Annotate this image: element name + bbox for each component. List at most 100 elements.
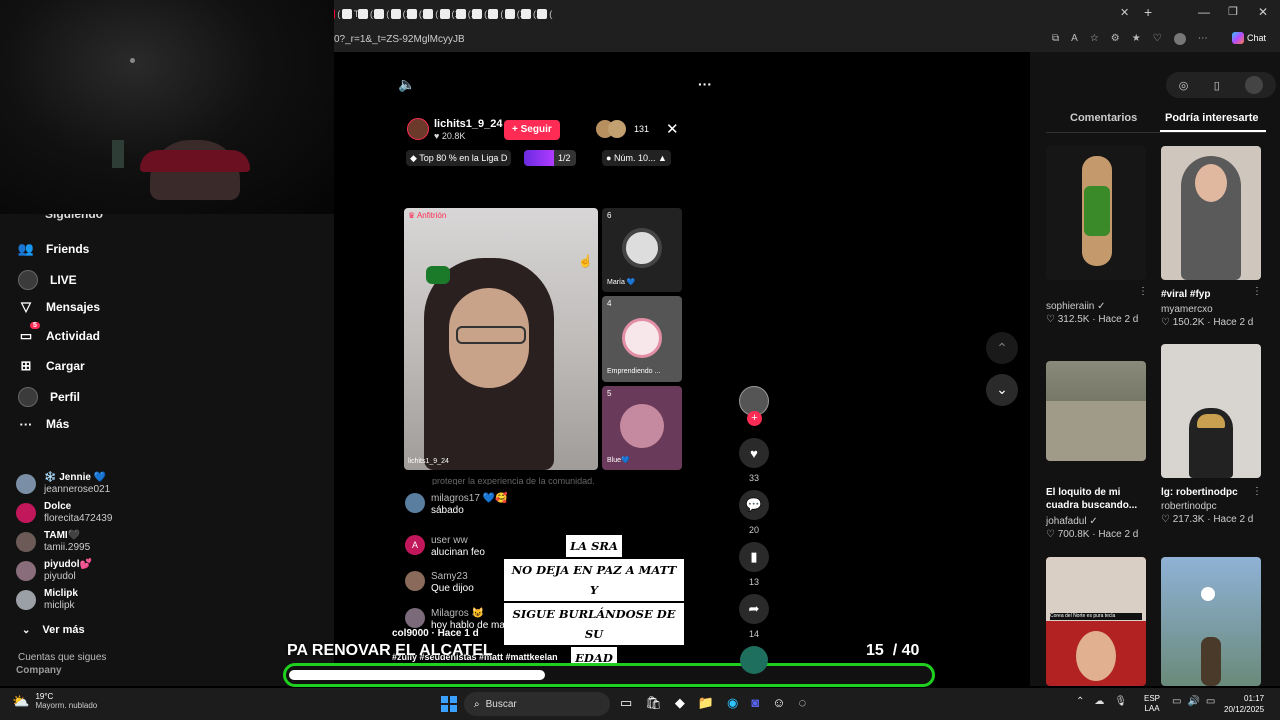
video-card[interactable]: [1046, 361, 1146, 461]
settings-more-icon[interactable]: ⋯: [1198, 33, 1208, 45]
chat-avatar[interactable]: [405, 493, 425, 513]
video-card[interactable]: [1161, 557, 1261, 686]
close-live-icon[interactable]: ✕: [666, 120, 679, 138]
ranking-number-badge[interactable]: ● Núm. 10... ▲: [602, 150, 671, 166]
following-account[interactable]: TAMI🖤 tamii.2995: [16, 530, 90, 554]
following-account[interactable]: piyudol💕 piyudol: [16, 559, 92, 583]
favorite-icon[interactable]: ☆: [1090, 33, 1099, 45]
volume-icon[interactable]: 🔈: [398, 76, 415, 93]
tab-podria-interesarte[interactable]: Podría interesarte: [1165, 112, 1259, 124]
following-account[interactable]: Dolce florecita472439: [16, 501, 112, 525]
video-card-menu-icon[interactable]: ⋮: [1138, 286, 1148, 297]
edge-icon[interactable]: ◉: [727, 695, 738, 711]
video-card-author[interactable]: johafadul ✓: [1046, 516, 1098, 527]
tray-overflow-icon[interactable]: ⌃: [1076, 696, 1084, 707]
microphone-icon[interactable]: 🎙: [1114, 696, 1127, 707]
more-options-icon[interactable]: ···: [698, 76, 712, 92]
previous-video-button[interactable]: ⌃: [986, 332, 1018, 364]
obs-icon[interactable]: ◌: [798, 695, 806, 711]
browser-tab[interactable]: (17: [358, 6, 374, 22]
host-avatar[interactable]: [407, 118, 429, 140]
video-card[interactable]: [1046, 146, 1146, 280]
video-card-title[interactable]: El loquito de mi cuadra buscando...: [1046, 486, 1146, 512]
share-icon[interactable]: ➦: [739, 594, 769, 624]
minimize-button[interactable]: —: [1198, 5, 1210, 19]
heart-icon[interactable]: ♥: [739, 438, 769, 468]
browser-tab[interactable]: (17: [374, 6, 390, 22]
browser-tab[interactable]: (18: [472, 6, 488, 22]
video-card[interactable]: Corea del Norte es pura tecla: [1046, 557, 1146, 686]
host-video[interactable]: ♛ Anfitrión lichits1_9_24 ☝: [404, 208, 598, 470]
video-card[interactable]: [1161, 344, 1261, 478]
store-icon[interactable]: 🛍: [645, 695, 662, 711]
weather-widget[interactable]: ⛅ 19°C Mayorm. nublado: [12, 692, 97, 710]
file-explorer-icon[interactable]: 📁: [698, 695, 714, 711]
rank-badge[interactable]: ◆ Top 80 % en la Liga D: [406, 150, 512, 166]
browser-tab[interactable]: (17: [423, 6, 439, 22]
comment-icon[interactable]: 💬: [739, 490, 769, 520]
autoscroll-icon[interactable]: ◎: [1179, 79, 1189, 92]
device-icon[interactable]: ▯: [1214, 79, 1220, 92]
discord-icon[interactable]: ◙: [751, 695, 759, 711]
sidebar-item-mensajes[interactable]: ▽ Mensajes: [18, 299, 100, 315]
guest-tile[interactable]: 6 María 💙: [602, 208, 682, 292]
onedrive-icon[interactable]: ☁: [1094, 696, 1104, 707]
video-card-menu-icon[interactable]: ⋮: [1252, 486, 1262, 497]
tab-comentarios[interactable]: Comentarios: [1070, 112, 1137, 124]
bookmark-icon[interactable]: ▮: [739, 542, 769, 572]
app-icon[interactable]: ☺: [772, 695, 785, 711]
start-button[interactable]: [441, 696, 457, 712]
next-video-button[interactable]: ⌄: [986, 374, 1018, 406]
follow-plus-icon[interactable]: +: [747, 411, 762, 426]
user-avatar-icon[interactable]: [1245, 76, 1264, 94]
taskbar-search[interactable]: ⌕ Buscar: [464, 692, 610, 716]
browser-tab[interactable]: (17: [390, 6, 407, 22]
chat-avatar[interactable]: [405, 571, 425, 591]
read-aloud-icon[interactable]: A: [1071, 33, 1078, 45]
favorites-bar-icon[interactable]: ★: [1132, 33, 1141, 45]
profile-avatar-icon[interactable]: [1173, 33, 1186, 45]
host-name[interactable]: lichits1_9_24: [434, 118, 503, 130]
tray-status-icons[interactable]: ▭ 🔊 ▭: [1172, 696, 1215, 707]
battle-progress[interactable]: 1/2: [524, 150, 576, 166]
sidebar-item-perfil[interactable]: Perfil: [18, 387, 80, 407]
following-account[interactable]: ❄️ Jennie 💙 jeannerose021: [16, 472, 110, 496]
chat-avatar[interactable]: A: [405, 535, 425, 555]
browser-tab[interactable]: (17: [406, 6, 423, 22]
window-close-button[interactable]: ✕: [1258, 5, 1268, 19]
task-view-icon[interactable]: ▭: [620, 695, 632, 711]
extensions-icon[interactable]: ⚙: [1111, 33, 1120, 45]
video-card-author[interactable]: sophieraiin ✓: [1046, 301, 1106, 312]
video-author-line[interactable]: col9000 · Hace 1 d: [392, 628, 479, 639]
following-account[interactable]: Miclipk miclipk: [16, 588, 78, 612]
chat-username[interactable]: user ww: [431, 535, 485, 547]
video-card-author[interactable]: myamercxo: [1161, 304, 1213, 315]
video-card-menu-icon[interactable]: ⋮: [1252, 286, 1262, 297]
guest-tile[interactable]: 5 Blue💙: [602, 386, 682, 470]
browser-tab[interactable]: (17: [439, 6, 456, 22]
browser-tab[interactable]: (19: [504, 6, 521, 22]
browser-essentials-icon[interactable]: ♡: [1153, 33, 1162, 45]
browser-tab[interactable]: (19: [488, 6, 504, 22]
browser-tab[interactable]: (19: [521, 6, 537, 22]
sidebar-item-live[interactable]: LIVE: [18, 270, 77, 290]
browser-tab[interactable]: Tik: [341, 6, 358, 22]
guest-tile[interactable]: 4 Emprendiendo ...: [602, 296, 682, 382]
sidebar-item-cargar[interactable]: ⊞ Cargar: [18, 358, 85, 374]
copilot-app-icon[interactable]: ◆: [675, 695, 685, 711]
chat-username[interactable]: Samy23: [431, 571, 474, 583]
company-link[interactable]: Company: [16, 665, 62, 676]
video-card-author[interactable]: robertinodpc: [1161, 501, 1217, 512]
video-card-title[interactable]: lg: robertinodpc: [1161, 486, 1238, 499]
browser-tab[interactable]: (19: [537, 6, 553, 22]
tab-close-icon[interactable]: ✕: [1120, 6, 1129, 19]
music-disc-icon[interactable]: [740, 646, 768, 674]
video-card[interactable]: [1161, 146, 1261, 280]
video-card-title[interactable]: #viral #fyp: [1161, 288, 1210, 301]
open-in-app-icon[interactable]: ⧉: [1052, 33, 1059, 45]
sidebar-item-friends[interactable]: 👥 Friends: [18, 241, 89, 257]
see-more-button[interactable]: ⌄ Ver más: [22, 624, 85, 636]
follow-host-button[interactable]: + Seguir: [504, 120, 560, 140]
new-tab-button[interactable]: +: [1144, 4, 1152, 20]
sidebar-item-ms[interactable]: ··· Más: [18, 416, 70, 432]
